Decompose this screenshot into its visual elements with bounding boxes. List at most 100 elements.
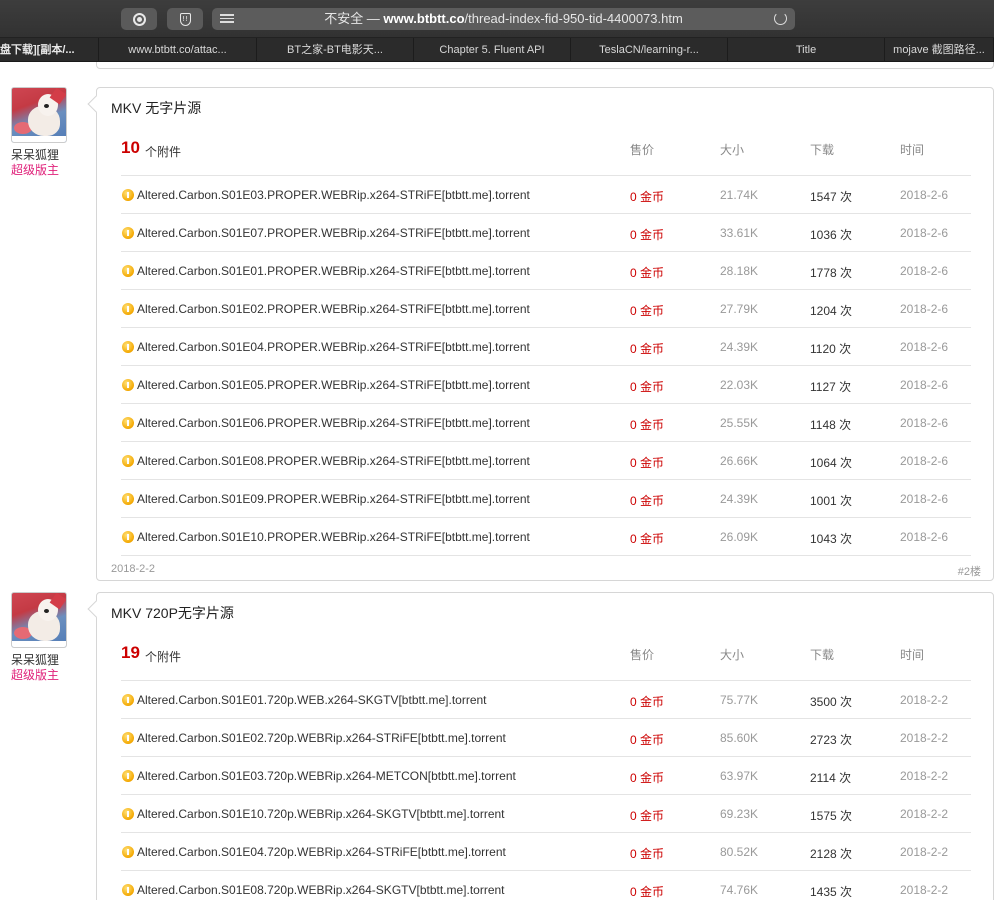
attachments-header: 19 个附件 售价 大小 下载 时间: [121, 643, 971, 681]
attachment-row: Altered.Carbon.S01E01.PROPER.WEBRip.x264…: [121, 252, 971, 290]
attachment-row: Altered.Carbon.S01E04.720p.WEBRip.x264-S…: [121, 833, 971, 871]
attachment-downloads: 1778 次: [810, 266, 853, 280]
attachment-price: 0 金币: [630, 695, 665, 709]
post-box: MKV 无字片源 10 个附件 售价 大小 下载 时间 Altered.Carb…: [87, 87, 994, 581]
torrent-file-icon: [122, 846, 134, 858]
column-time: 时间: [900, 143, 925, 157]
attachment-filename-link[interactable]: Altered.Carbon.S01E10.720p.WEBRip.x264-S…: [137, 807, 505, 821]
column-price: 售价: [630, 648, 655, 662]
attachment-price: 0 金币: [630, 190, 665, 204]
attachment-filename-link[interactable]: Altered.Carbon.S01E08.720p.WEBRip.x264-S…: [137, 883, 505, 897]
privacy-button[interactable]: [121, 8, 157, 30]
attachment-downloads: 1036 次: [810, 228, 853, 242]
floor-number[interactable]: #2楼: [958, 563, 981, 579]
torrent-file-icon: [122, 884, 134, 896]
attachment-price: 0 金币: [630, 380, 665, 394]
url-text: 不安全 — www.btbtt.co/thread-index-fid-950-…: [212, 8, 795, 30]
torrent-file-icon: [122, 379, 134, 391]
attachment-size: 74.76K: [720, 883, 759, 897]
torrent-file-icon: [122, 227, 134, 239]
attachment-filename-link[interactable]: Altered.Carbon.S01E10.PROPER.WEBRip.x264…: [137, 530, 530, 544]
shield-extension-button[interactable]: !!: [167, 8, 203, 30]
attachment-time: 2018-2-6: [900, 530, 949, 544]
torrent-file-icon: [122, 341, 134, 353]
attachment-size: 24.39K: [720, 340, 759, 354]
tab-2[interactable]: BT之家-BT电影天...: [257, 38, 414, 62]
tab-0[interactable]: 盘下载][副本/...: [0, 38, 99, 62]
attachment-count: 19: [121, 643, 140, 662]
attachments-header: 10 个附件 售价 大小 下载 时间: [121, 138, 971, 176]
torrent-file-icon: [122, 694, 134, 706]
attachment-row: Altered.Carbon.S01E10.PROPER.WEBRip.x264…: [121, 518, 971, 556]
attachment-filename-link[interactable]: Altered.Carbon.S01E07.PROPER.WEBRip.x264…: [137, 226, 530, 240]
attachment-row: Altered.Carbon.S01E02.PROPER.WEBRip.x264…: [121, 290, 971, 328]
attachment-downloads: 1148 次: [810, 418, 852, 432]
attachment-size: 22.03K: [720, 378, 759, 392]
attachment-price: 0 金币: [630, 494, 665, 508]
torrent-file-icon: [122, 493, 134, 505]
attachment-row: Altered.Carbon.S01E09.PROPER.WEBRip.x264…: [121, 480, 971, 518]
privacy-icon: [132, 12, 146, 26]
tab-5[interactable]: Title: [728, 38, 885, 62]
attachment-filename-link[interactable]: Altered.Carbon.S01E01.720p.WEB.x264-SKGT…: [137, 693, 487, 707]
attachment-row: Altered.Carbon.S01E03.PROPER.WEBRip.x264…: [121, 176, 971, 214]
attachment-time: 2018-2-6: [900, 378, 949, 392]
attachment-filename-link[interactable]: Altered.Carbon.S01E08.PROPER.WEBRip.x264…: [137, 454, 530, 468]
url-path: /thread-index-fid-950-tid-4400073.htm: [464, 11, 683, 26]
tab-6[interactable]: mojave 截图路径...: [885, 38, 994, 62]
attachment-size: 26.09K: [720, 530, 759, 544]
attachment-downloads: 1547 次: [810, 190, 853, 204]
tab-3[interactable]: Chapter 5. Fluent API: [414, 38, 571, 62]
attachment-price: 0 金币: [630, 809, 665, 823]
attachment-time: 2018-2-6: [900, 264, 949, 278]
tab-4[interactable]: TeslaCN/learning-r...: [571, 38, 728, 62]
attachment-time: 2018-2-2: [900, 769, 949, 783]
attachment-filename-link[interactable]: Altered.Carbon.S01E09.PROPER.WEBRip.x264…: [137, 492, 530, 506]
attachment-row: Altered.Carbon.S01E01.720p.WEB.x264-SKGT…: [121, 681, 971, 719]
user-role: 超级版主: [11, 163, 60, 177]
torrent-file-icon: [122, 265, 134, 277]
attachment-downloads: 1127 次: [810, 380, 852, 394]
attachment-count-label: 个附件: [145, 650, 182, 664]
attachment-filename-link[interactable]: Altered.Carbon.S01E02.PROPER.WEBRip.x264…: [137, 302, 530, 316]
attachment-price: 0 金币: [630, 266, 665, 280]
attachment-filename-link[interactable]: Altered.Carbon.S01E03.720p.WEBRip.x264-M…: [137, 769, 516, 783]
attachment-row: Altered.Carbon.S01E08.720p.WEBRip.x264-S…: [121, 871, 971, 900]
attachment-size: 28.18K: [720, 264, 759, 278]
attachment-price: 0 金币: [630, 733, 665, 747]
attachment-size: 27.79K: [720, 302, 759, 316]
attachment-size: 21.74K: [720, 188, 759, 202]
tab-1[interactable]: www.btbtt.co/attac...: [99, 38, 257, 62]
attachment-filename-link[interactable]: Altered.Carbon.S01E04.PROPER.WEBRip.x264…: [137, 340, 530, 354]
attachment-row: Altered.Carbon.S01E07.PROPER.WEBRip.x264…: [121, 214, 971, 252]
reload-icon[interactable]: [774, 12, 787, 25]
attachment-filename-link[interactable]: Altered.Carbon.S01E02.720p.WEBRip.x264-S…: [137, 731, 506, 745]
attachment-time: 2018-2-6: [900, 454, 949, 468]
attachment-time: 2018-2-2: [900, 883, 949, 897]
attachment-row: Altered.Carbon.S01E10.720p.WEBRip.x264-S…: [121, 795, 971, 833]
attachment-downloads: 1120 次: [810, 342, 852, 356]
attachment-downloads: 2723 次: [810, 733, 853, 747]
avatar[interactable]: [11, 87, 67, 143]
attachment-downloads: 1435 次: [810, 885, 853, 899]
avatar[interactable]: [11, 592, 67, 648]
attachment-filename-link[interactable]: Altered.Carbon.S01E04.720p.WEBRip.x264-S…: [137, 845, 506, 859]
attachment-downloads: 3500 次: [810, 695, 853, 709]
page-content: 呆呆狐狸 超级版主 MKV 无字片源 10 个附件 售价 大小 下载 时间 Al…: [0, 62, 994, 900]
attachment-downloads: 1204 次: [810, 304, 853, 318]
attachment-filename-link[interactable]: Altered.Carbon.S01E03.PROPER.WEBRip.x264…: [137, 188, 530, 202]
attachment-size: 25.55K: [720, 416, 759, 430]
attachment-time: 2018-2-2: [900, 731, 949, 745]
attachment-filename-link[interactable]: Altered.Carbon.S01E06.PROPER.WEBRip.x264…: [137, 416, 530, 430]
column-time: 时间: [900, 648, 925, 662]
browser-toolbar: !! 不安全 — www.btbtt.co/thread-index-fid-9…: [0, 0, 994, 38]
attachment-time: 2018-2-2: [900, 693, 949, 707]
attachment-downloads: 1575 次: [810, 809, 853, 823]
attachment-price: 0 金币: [630, 847, 665, 861]
attachment-downloads: 2114 次: [810, 771, 852, 785]
attachment-filename-link[interactable]: Altered.Carbon.S01E01.PROPER.WEBRip.x264…: [137, 264, 530, 278]
torrent-file-icon: [122, 732, 134, 744]
attachment-price: 0 金币: [630, 418, 665, 432]
attachment-filename-link[interactable]: Altered.Carbon.S01E05.PROPER.WEBRip.x264…: [137, 378, 530, 392]
address-bar[interactable]: 不安全 — www.btbtt.co/thread-index-fid-950-…: [212, 8, 795, 30]
